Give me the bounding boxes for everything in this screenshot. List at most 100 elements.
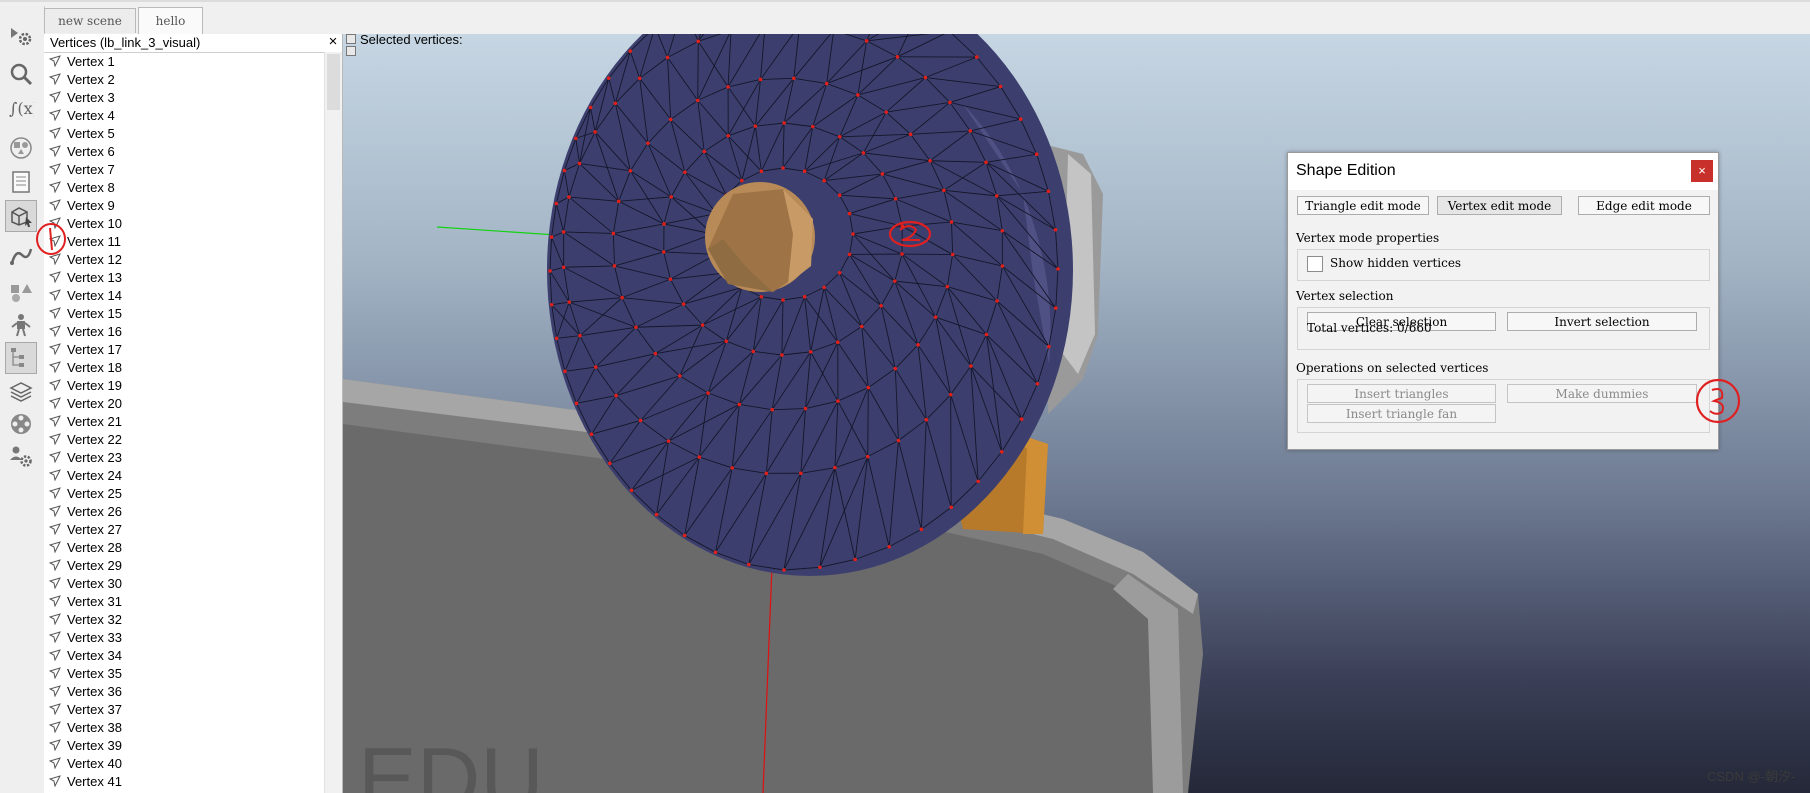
scripts-icon[interactable]: ∫(x) [5, 92, 37, 124]
list-item[interactable]: Vertex 28 [44, 538, 324, 556]
viewport-restore-button[interactable] [346, 46, 356, 56]
vertex-icon [49, 469, 61, 481]
list-item[interactable]: Vertex 2 [44, 70, 324, 88]
list-item[interactable]: Vertex 22 [44, 430, 324, 448]
edge-edit-mode-button[interactable]: Edge edit mode [1578, 196, 1710, 215]
list-item[interactable]: Vertex 32 [44, 610, 324, 628]
list-item[interactable]: Vertex 37 [44, 700, 324, 718]
vertex-icon [49, 163, 61, 175]
vertex-icon [49, 109, 61, 121]
close-icon[interactable]: × [326, 34, 340, 49]
list-item[interactable]: Vertex 13 [44, 268, 324, 286]
triangle-edit-mode-button[interactable]: Triangle edit mode [1297, 196, 1429, 215]
dialog-title: Shape Edition [1296, 162, 1396, 179]
list-item[interactable]: Vertex 5 [44, 124, 324, 142]
list-item[interactable]: Vertex 14 [44, 286, 324, 304]
list-item[interactable]: Vertex 3 [44, 88, 324, 106]
list-item[interactable]: Vertex 6 [44, 142, 324, 160]
user-settings-icon[interactable] [5, 440, 37, 472]
vertex-icon [49, 343, 61, 355]
list-item[interactable]: Vertex 10 [44, 214, 324, 232]
list-item[interactable]: Vertex 7 [44, 160, 324, 178]
list-item[interactable]: Vertex 23 [44, 448, 324, 466]
list-item[interactable]: Vertex 15 [44, 304, 324, 322]
list-item[interactable]: Vertex 40 [44, 754, 324, 772]
list-item[interactable]: Vertex 12 [44, 250, 324, 268]
list-item[interactable]: Vertex 34 [44, 646, 324, 664]
panel-title-bar: Vertices (lb_link_3_visual) × [44, 34, 342, 53]
tab-hello[interactable]: hello [138, 7, 203, 34]
list-item[interactable]: Vertex 26 [44, 502, 324, 520]
list-item[interactable]: Vertex 24 [44, 466, 324, 484]
top-strip [0, 0, 1810, 2]
vertex-icon [49, 145, 61, 157]
annotation-circle-3 [1695, 378, 1741, 424]
vertex-icon [49, 91, 61, 103]
list-item[interactable]: Vertex 20 [44, 394, 324, 412]
list-item[interactable]: Vertex 38 [44, 718, 324, 736]
list-item[interactable]: Vertex 1 [44, 52, 324, 70]
vertex-icon [49, 667, 61, 679]
list-item[interactable]: Vertex 30 [44, 574, 324, 592]
vertex-icon [49, 199, 61, 211]
vertex-selection-heading: Vertex selection [1296, 289, 1394, 303]
list-item[interactable]: Vertex 16 [44, 322, 324, 340]
list-item[interactable]: Vertex 21 [44, 412, 324, 430]
list-item-label: Vertex 15 [67, 305, 122, 321]
list-item-label: Vertex 3 [67, 89, 115, 105]
list-item-label: Vertex 25 [67, 485, 122, 501]
hierarchy-icon[interactable] [5, 342, 37, 374]
list-item-label: Vertex 32 [67, 611, 122, 627]
list-item[interactable]: Vertex 35 [44, 664, 324, 682]
list-item[interactable]: Vertex 33 [44, 628, 324, 646]
model-browser-icon[interactable] [5, 276, 37, 308]
insert-triangles-button[interactable]: Insert triangles [1307, 384, 1496, 403]
scrollbar-thumb[interactable] [327, 54, 340, 110]
list-item[interactable]: Vertex 11 [44, 232, 324, 250]
show-hidden-vertices-label: Show hidden vertices [1330, 256, 1462, 270]
list-item-label: Vertex 6 [67, 143, 115, 159]
list-item[interactable]: Vertex 31 [44, 592, 324, 610]
selected-vertices-label: Selected vertices: [360, 34, 463, 47]
list-item[interactable]: Vertex 9 [44, 196, 324, 214]
list-item[interactable]: Vertex 4 [44, 106, 324, 124]
vertex-edit-mode-button[interactable]: Vertex edit mode [1437, 196, 1562, 215]
dialog-close-button[interactable]: × [1691, 160, 1713, 182]
list-item[interactable]: Vertex 27 [44, 520, 324, 538]
list-item[interactable]: Vertex 19 [44, 376, 324, 394]
list-item-label: Vertex 24 [67, 467, 122, 483]
list-item[interactable]: Vertex 8 [44, 178, 324, 196]
list-item[interactable]: Vertex 18 [44, 358, 324, 376]
list-item-label: Vertex 40 [67, 755, 122, 771]
video-recorder-icon[interactable] [5, 408, 37, 440]
tab-new-scene[interactable]: new scene [44, 8, 136, 33]
robot-icon[interactable] [5, 309, 37, 341]
list-item[interactable]: Vertex 36 [44, 682, 324, 700]
list-item-label: Vertex 4 [67, 107, 115, 123]
vertex-icon [49, 703, 61, 715]
invert-selection-button[interactable]: Invert selection [1507, 312, 1697, 331]
viewport-minimize-button[interactable] [346, 34, 356, 44]
page-icon[interactable] [5, 166, 37, 198]
simulation-settings-icon[interactable] [5, 20, 37, 52]
dialog-header: Shape Edition × [1288, 153, 1718, 190]
insert-triangle-fan-button[interactable]: Insert triangle fan [1307, 404, 1496, 423]
left-toolbar: ∫(x) [0, 6, 45, 793]
view-icon[interactable] [5, 58, 37, 90]
list-item[interactable]: Vertex 17 [44, 340, 324, 358]
scene-objects-icon[interactable] [5, 132, 37, 164]
list-item-label: Vertex 29 [67, 557, 122, 573]
list-item-label: Vertex 13 [67, 269, 122, 285]
list-item[interactable]: Vertex 41 [44, 772, 324, 790]
list-item-label: Vertex 41 [67, 773, 122, 789]
list-item[interactable]: Vertex 39 [44, 736, 324, 754]
show-hidden-vertices-checkbox[interactable] [1307, 256, 1323, 272]
list-item[interactable]: Vertex 29 [44, 556, 324, 574]
list-item[interactable]: Vertex 25 [44, 484, 324, 502]
vertex-icon [49, 631, 61, 643]
make-dummies-button[interactable]: Make dummies [1507, 384, 1697, 403]
layers-icon[interactable] [5, 376, 37, 408]
base-logo-text: EDU [358, 729, 544, 793]
vertical-scrollbar[interactable] [324, 52, 342, 793]
list-item-label: Vertex 17 [67, 341, 122, 357]
